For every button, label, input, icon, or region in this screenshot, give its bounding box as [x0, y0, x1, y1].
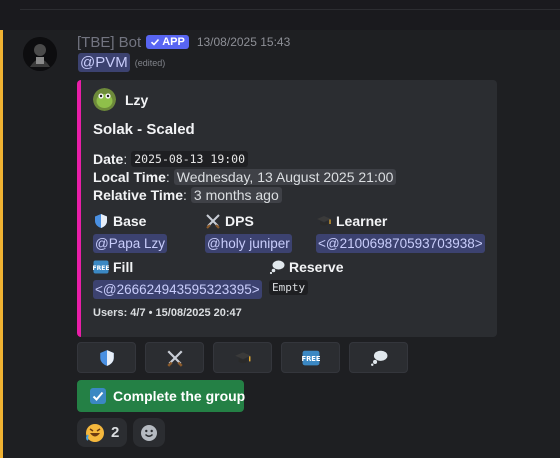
field-date: Date: 2025-08-13 19:00	[93, 151, 249, 167]
join-dps-button[interactable]	[145, 342, 204, 373]
fill-title: Fill	[113, 259, 134, 275]
free-badge-icon: FREE	[93, 259, 109, 275]
svg-text:FREE: FREE	[302, 355, 320, 363]
date-label: Date	[93, 151, 124, 167]
shield-icon	[93, 213, 109, 229]
shield-icon	[98, 349, 116, 367]
mention-highlight-bar	[0, 30, 3, 458]
relative-time-label: Relative Time	[93, 187, 184, 203]
role-reserve: Reserve Empty	[269, 258, 344, 296]
reactions: 2	[77, 418, 166, 447]
add-reaction-icon	[139, 423, 159, 443]
svg-text:FREE: FREE	[93, 265, 109, 272]
reaction-rofl[interactable]: 2	[77, 418, 128, 447]
embed: Lzy Solak - Scaled Date: 2025-08-13 19:0…	[77, 80, 497, 337]
reserve-value: Empty	[269, 280, 309, 295]
crossed-swords-icon	[166, 349, 184, 367]
checkmark-icon	[150, 37, 160, 47]
complete-group-button[interactable]: Complete the group	[77, 380, 246, 412]
field-relative-time: Relative Time: 3 months ago	[93, 187, 282, 203]
graduation-cap-icon	[316, 213, 332, 229]
message-header: [TBE] Bot APP 13/08/2025 15:43	[77, 33, 290, 51]
divider-top	[20, 9, 560, 10]
join-learner-button[interactable]	[213, 342, 272, 373]
timestamp: 13/08/2025 15:43	[196, 35, 291, 49]
embed-footer: Users: 4/7 • 15/08/2025 20:47	[93, 307, 242, 319]
fill-value[interactable]: <@266624943595323395>	[93, 280, 262, 299]
embed-author: Lzy	[93, 88, 148, 111]
join-base-button[interactable]	[77, 342, 136, 373]
edited-label: (edited)	[134, 57, 166, 68]
role-mention[interactable]: @PVM	[78, 53, 130, 72]
thought-bubble-icon	[269, 259, 285, 275]
dps-value[interactable]: @holy juniper	[205, 234, 292, 253]
action-buttons: FREE	[77, 342, 408, 373]
bot-avatar[interactable]	[23, 37, 57, 71]
message-content: @PVM (edited)	[78, 53, 165, 72]
thought-bubble-icon	[369, 349, 389, 367]
role-base: Base @Papa Lzy	[93, 212, 167, 253]
role-fill: FREE Fill <@266624943595323395>	[93, 258, 262, 299]
learner-title: Learner	[336, 213, 388, 229]
dps-title: DPS	[225, 213, 254, 229]
date-value: 2025-08-13 19:00	[131, 151, 249, 167]
app-tag-label: APP	[162, 36, 185, 48]
role-dps: DPS @holy juniper	[205, 212, 292, 253]
local-time-label: Local Time	[93, 169, 166, 185]
complete-group-label: Complete the group	[113, 388, 246, 404]
rofl-icon	[85, 423, 105, 443]
free-badge-icon: FREE	[302, 349, 320, 367]
app-tag: APP	[146, 35, 189, 49]
username[interactable]: [TBE] Bot	[77, 34, 141, 51]
base-value[interactable]: @Papa Lzy	[93, 234, 167, 253]
check-box-icon	[89, 387, 107, 405]
join-reserve-button[interactable]	[349, 342, 408, 373]
embed-color-bar	[77, 80, 81, 337]
learner-value[interactable]: <@210069870593703938>	[316, 234, 485, 253]
relative-time-value: 3 months ago	[190, 187, 282, 203]
base-title: Base	[113, 213, 147, 229]
author-avatar	[93, 88, 116, 111]
join-fill-button[interactable]: FREE	[281, 342, 340, 373]
author-name: Lzy	[125, 91, 149, 108]
crossed-swords-icon	[205, 213, 221, 229]
field-local-time: Local Time: Wednesday, 13 August 2025 21…	[93, 169, 397, 185]
role-learner: Learner <@210069870593703938>	[316, 212, 485, 253]
reserve-title: Reserve	[289, 259, 344, 275]
local-time-value: Wednesday, 13 August 2025 21:00	[173, 169, 397, 185]
add-reaction-button[interactable]	[133, 418, 166, 447]
embed-title: Solak - Scaled	[93, 121, 195, 138]
reaction-count: 2	[111, 424, 120, 441]
graduation-cap-icon	[234, 349, 252, 367]
